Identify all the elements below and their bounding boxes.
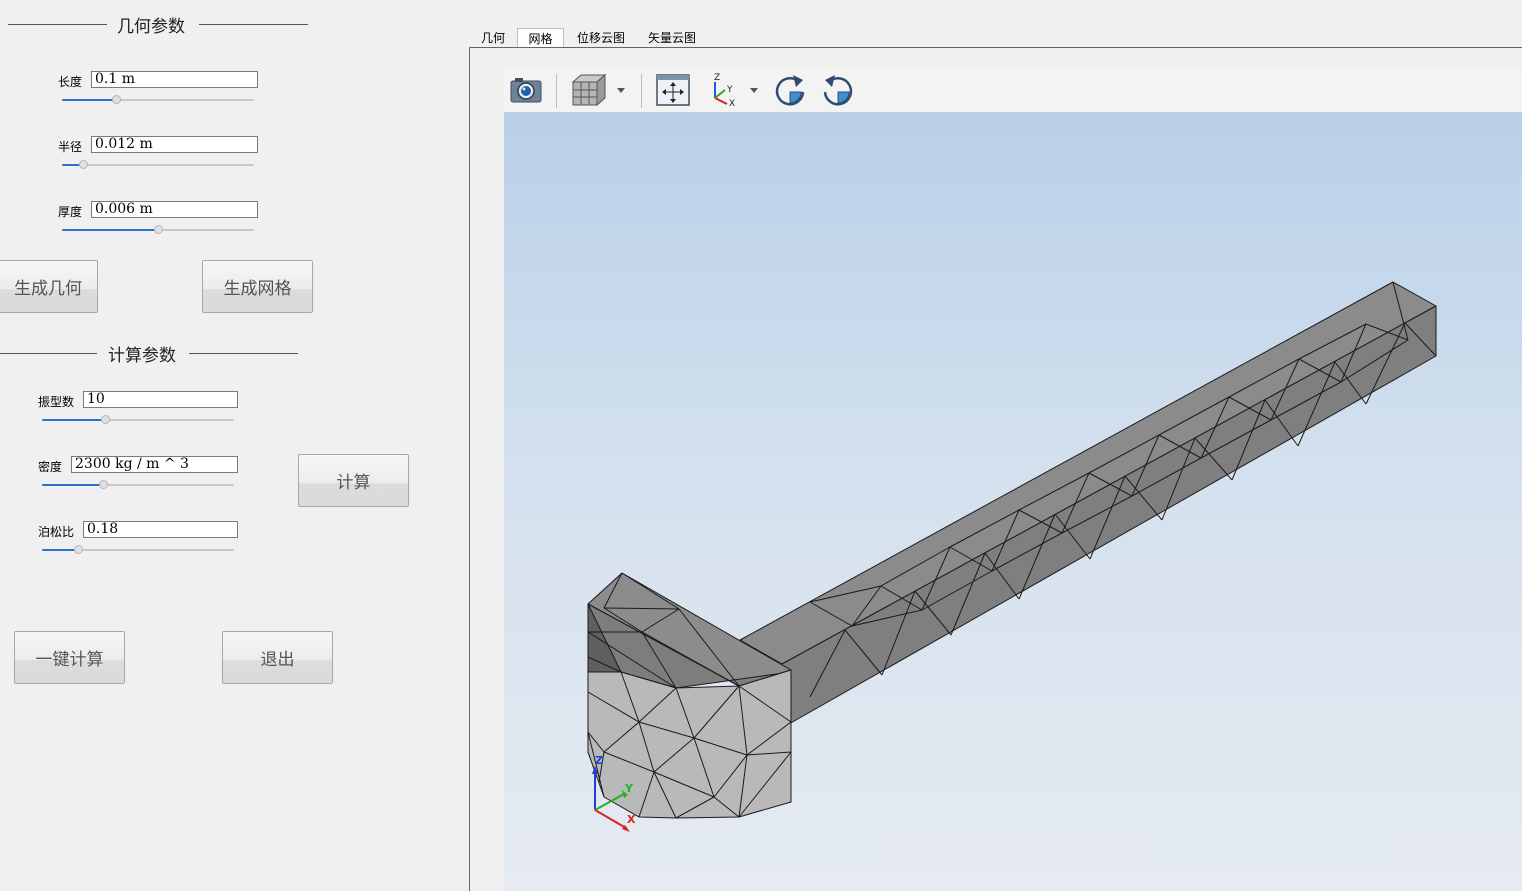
tab-vector[interactable]: 矢量云图 [641, 28, 703, 48]
mesh-viewport[interactable]: Z Y X [504, 112, 1522, 891]
calc-group-title: 计算参数 [108, 346, 176, 366]
slider-handle[interactable] [111, 95, 121, 104]
rotate-ccw-icon[interactable] [818, 72, 858, 108]
calculate-button[interactable]: 计算 [298, 454, 409, 507]
view-cube-icon[interactable] [568, 72, 630, 108]
svg-text:X: X [729, 99, 735, 108]
geometry-group-title: 几何参数 [117, 17, 185, 37]
tab-geometry[interactable]: 几何 [474, 28, 512, 48]
viewer-toolbar: Z Y X [504, 68, 1522, 113]
thickness-input[interactable]: 0.006 m [91, 201, 258, 218]
one-click-calculate-button[interactable]: 一键计算 [14, 631, 125, 684]
slider-fill [42, 419, 106, 421]
slider-fill [42, 549, 79, 551]
poisson-input[interactable]: 0.18 [83, 521, 238, 538]
length-slider[interactable] [62, 95, 254, 105]
exit-button[interactable]: 退出 [222, 631, 333, 684]
density-slider[interactable] [42, 480, 234, 490]
toolbar-separator [556, 74, 557, 108]
slider-fill [62, 229, 158, 231]
radius-label: 半径 [58, 140, 83, 154]
slider-fill [42, 484, 104, 486]
slider-handle[interactable] [79, 160, 89, 169]
rotate-cw-icon[interactable] [770, 72, 810, 108]
mesh-canvas: Z Y X [587, 281, 1437, 832]
group-divider [199, 24, 308, 25]
slider-handle[interactable] [99, 480, 109, 489]
poisson-label: 泊松比 [38, 525, 75, 539]
block-front-face [587, 669, 792, 819]
modes-input[interactable]: 10 [83, 391, 238, 408]
slider-handle[interactable] [154, 225, 163, 234]
density-input[interactable]: 2300 kg / m ^ 3 [71, 456, 238, 473]
camera-icon[interactable] [507, 72, 545, 108]
length-input[interactable]: 0.1 m [91, 71, 258, 88]
triad-x-label: X [627, 813, 636, 826]
tab-displacement[interactable]: 位移云图 [570, 28, 632, 48]
tab-mesh[interactable]: 网格 [517, 28, 564, 48]
group-divider [8, 24, 107, 25]
generate-geometry-button[interactable]: 生成几何 [0, 260, 98, 313]
thickness-label: 厚度 [58, 205, 83, 219]
modes-slider[interactable] [42, 415, 234, 425]
svg-text:Z: Z [714, 73, 720, 83]
triad-z-label: Z [595, 754, 603, 767]
length-label: 长度 [58, 75, 83, 89]
fit-all-icon[interactable] [654, 72, 692, 108]
generate-mesh-button[interactable]: 生成网格 [202, 260, 313, 313]
slider-fill [62, 99, 116, 101]
density-label: 密度 [38, 460, 63, 474]
radius-input[interactable]: 0.012 m [91, 136, 258, 153]
slider-handle[interactable] [101, 415, 111, 424]
toolbar-separator [641, 74, 642, 108]
group-divider [0, 353, 97, 354]
slider-handle[interactable] [74, 545, 84, 554]
poisson-slider[interactable] [42, 545, 234, 555]
triad-y-label: Y [624, 782, 634, 795]
axes-icon[interactable]: Z Y X [704, 72, 766, 108]
svg-text:Y: Y [726, 85, 733, 95]
thickness-slider[interactable] [62, 225, 254, 235]
group-divider [189, 353, 298, 354]
radius-slider[interactable] [62, 160, 254, 170]
modes-label: 振型数 [38, 395, 75, 409]
